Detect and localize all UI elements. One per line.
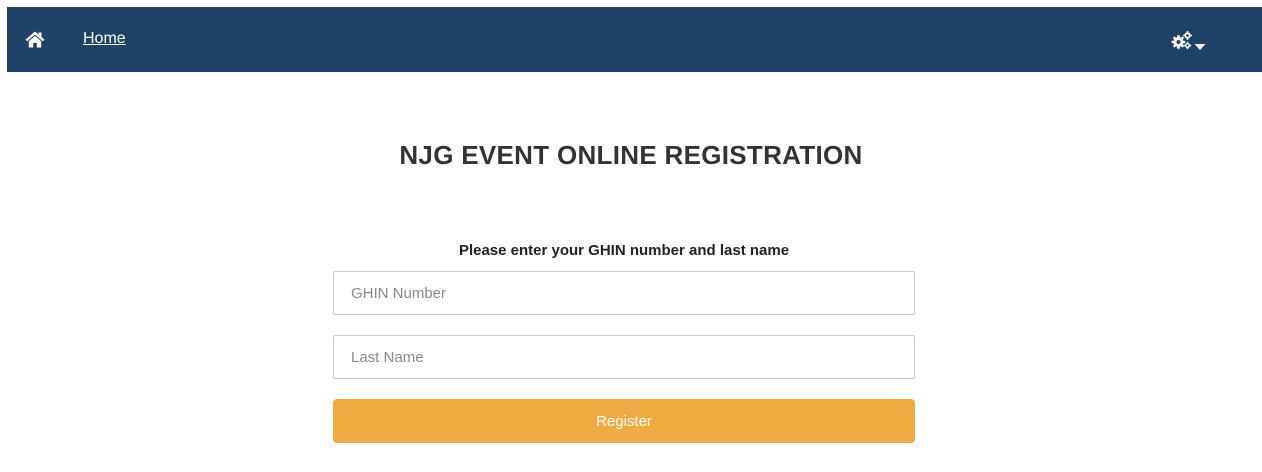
top-navbar: Home	[7, 7, 1262, 72]
ghin-number-input[interactable]	[333, 271, 915, 315]
caret-down-icon	[1194, 38, 1206, 50]
gears-icon	[1171, 30, 1193, 50]
home-icon[interactable]	[25, 31, 45, 48]
register-button[interactable]: Register	[333, 399, 915, 443]
last-name-input[interactable]	[333, 335, 915, 379]
page-title: NJG EVENT ONLINE REGISTRATION	[399, 140, 863, 170]
instructions-label: Please enter your GHIN number and last n…	[458, 242, 790, 259]
settings-dropdown-toggle[interactable]	[1171, 29, 1211, 51]
home-link[interactable]: Home	[83, 30, 126, 48]
